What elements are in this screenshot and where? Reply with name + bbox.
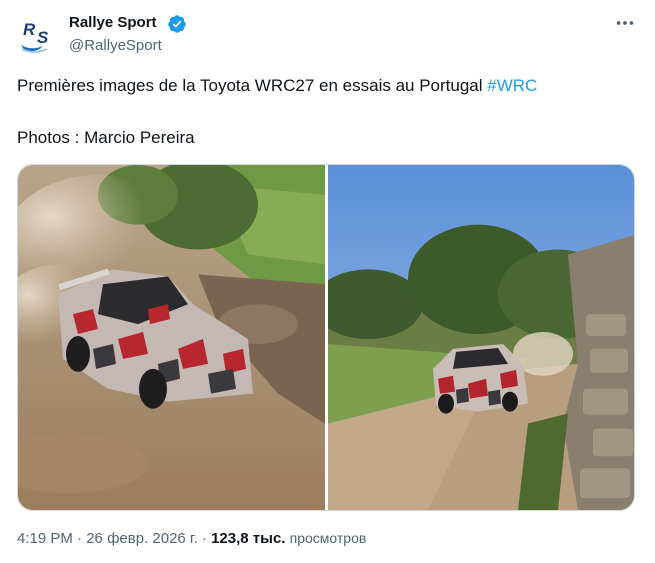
post-date[interactable]: 26 февр. 2026 г. <box>86 530 198 547</box>
post-text-body: Premières images de la Toyota WRC27 en e… <box>17 76 483 95</box>
meta-separator: · <box>201 530 207 547</box>
hashtag-link[interactable]: #WRC <box>487 76 537 95</box>
meta-separator: · <box>77 530 83 547</box>
post-meta: 4:19 PM · 26 февр. 2026 г. · 123,8 тыс. … <box>17 530 366 547</box>
photo-credit: Photos : Marcio Pereira <box>17 128 195 147</box>
author-display-name[interactable]: Rallye Sport <box>69 14 157 31</box>
svg-text:S: S <box>37 28 49 47</box>
photo-2[interactable] <box>328 165 634 510</box>
views-count: 123,8 тыс. <box>211 530 286 547</box>
author-handle[interactable]: @RallyeSport <box>69 37 162 54</box>
avatar[interactable]: R S <box>17 15 59 57</box>
views-label: просмотров <box>289 530 367 546</box>
post-time[interactable]: 4:19 PM <box>17 530 73 547</box>
media-grid <box>17 164 635 511</box>
svg-text:R: R <box>23 20 36 39</box>
verified-badge-icon <box>167 14 187 34</box>
photo-1[interactable] <box>18 165 325 510</box>
more-horizontal-icon[interactable] <box>613 12 637 36</box>
rallye-sport-logo: R S <box>17 15 59 57</box>
post-text: Premières images de la Toyota WRC27 en e… <box>17 76 537 96</box>
